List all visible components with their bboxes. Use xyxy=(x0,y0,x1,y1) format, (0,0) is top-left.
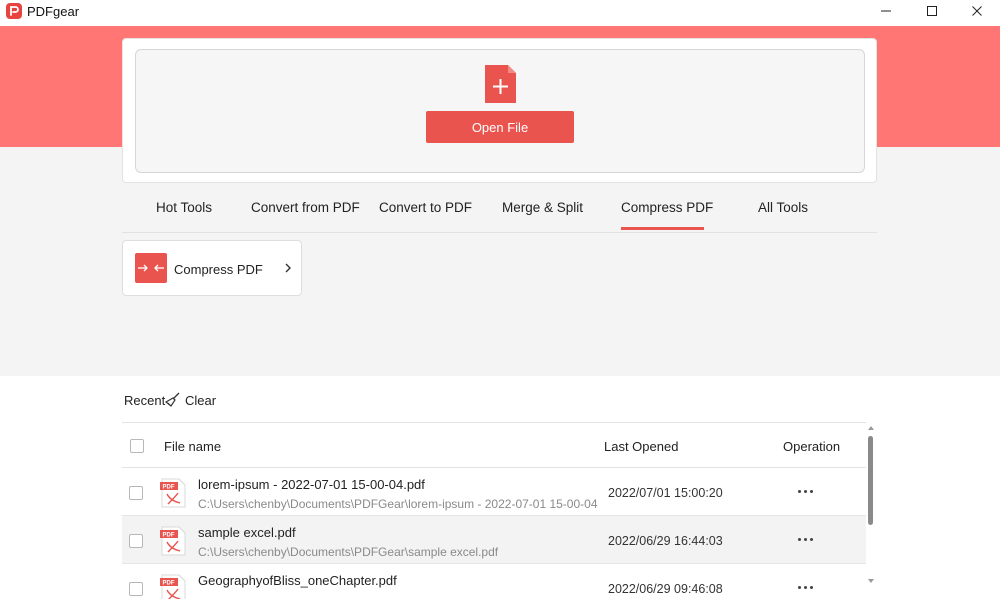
pdf-file-icon: PDF xyxy=(160,574,186,599)
clear-label: Clear xyxy=(185,393,217,408)
tab-all-tools[interactable]: All Tools xyxy=(758,200,808,232)
scroll-thumb[interactable] xyxy=(868,436,873,525)
close-button[interactable] xyxy=(954,0,1000,22)
last-opened: 2022/06/29 16:44:03 xyxy=(608,534,723,548)
pdf-file-icon: PDF xyxy=(160,526,186,556)
tab-compress-pdf[interactable]: Compress PDF xyxy=(621,200,713,232)
select-all-checkbox[interactable] xyxy=(130,439,144,453)
table-row[interactable]: PDF sample excel.pdf C:\Users\chenby\Doc… xyxy=(122,516,866,564)
chevron-right-icon xyxy=(285,263,291,273)
table-row[interactable]: PDF lorem-ipsum - 2022-07-01 15-00-04.pd… xyxy=(122,468,866,516)
tab-convert-to-pdf[interactable]: Convert to PDF xyxy=(379,200,472,232)
row-checkbox[interactable] xyxy=(129,486,143,500)
file-name: GeographyofBliss_oneChapter.pdf xyxy=(198,573,397,588)
pdfgear-logo-icon xyxy=(6,3,22,19)
pdf-file-icon: PDF xyxy=(160,478,186,508)
last-opened: 2022/06/29 09:46:08 xyxy=(608,582,723,596)
column-operation: Operation xyxy=(783,439,841,454)
row-checkbox[interactable] xyxy=(129,582,143,596)
svg-text:PDF: PDF xyxy=(163,533,175,539)
file-drop-zone[interactable]: Open File xyxy=(135,49,865,173)
tab-merge-split[interactable]: Merge & Split xyxy=(502,200,583,232)
title-bar: PDFgear xyxy=(0,0,1000,26)
compress-pdf-tool-card[interactable]: Compress PDF xyxy=(122,240,302,296)
tool-label: Compress PDF xyxy=(174,262,263,277)
more-icon[interactable] xyxy=(794,578,816,596)
column-last-opened[interactable]: Last Opened xyxy=(604,439,678,454)
table-header: File name Last Opened Operation xyxy=(122,423,866,468)
scroll-down-icon[interactable] xyxy=(867,577,875,585)
open-file-card: Open File xyxy=(122,38,877,183)
last-opened: 2022/07/01 15:00:20 xyxy=(608,486,723,500)
table-row[interactable]: PDF GeographyofBliss_oneChapter.pdf 2022… xyxy=(122,564,866,599)
file-name: lorem-ipsum - 2022-07-01 15-00-04.pdf xyxy=(198,477,425,492)
broom-icon xyxy=(165,392,180,407)
file-path: C:\Users\chenby\Documents\PDFGear\lorem-… xyxy=(198,497,598,511)
recent-label: Recent xyxy=(124,393,166,408)
svg-text:PDF: PDF xyxy=(163,581,175,587)
scroll-up-icon[interactable] xyxy=(867,424,875,432)
tab-hot-tools[interactable]: Hot Tools xyxy=(156,200,212,232)
svg-text:PDF: PDF xyxy=(163,485,175,491)
app-title: PDFgear xyxy=(27,4,80,19)
more-icon[interactable] xyxy=(794,482,816,500)
minimize-button[interactable] xyxy=(863,0,909,22)
more-icon[interactable] xyxy=(794,530,816,548)
recent-files-table: File name Last Opened Operation PDF lore… xyxy=(122,422,866,599)
clear-button[interactable]: Clear xyxy=(165,391,225,409)
table-scrollbar[interactable] xyxy=(866,424,876,599)
row-checkbox[interactable] xyxy=(129,534,143,548)
tool-tabs: Hot Tools Convert from PDF Convert to PD… xyxy=(122,188,877,233)
open-file-button[interactable]: Open File xyxy=(426,111,574,143)
file-path: C:\Users\chenby\Documents\PDFGear\sample… xyxy=(198,545,499,559)
file-name: sample excel.pdf xyxy=(198,525,296,540)
maximize-button[interactable] xyxy=(909,0,955,22)
column-file-name[interactable]: File name xyxy=(164,439,221,454)
file-plus-icon xyxy=(485,65,516,103)
tab-convert-from-pdf[interactable]: Convert from PDF xyxy=(251,200,360,232)
compress-icon xyxy=(135,253,167,283)
